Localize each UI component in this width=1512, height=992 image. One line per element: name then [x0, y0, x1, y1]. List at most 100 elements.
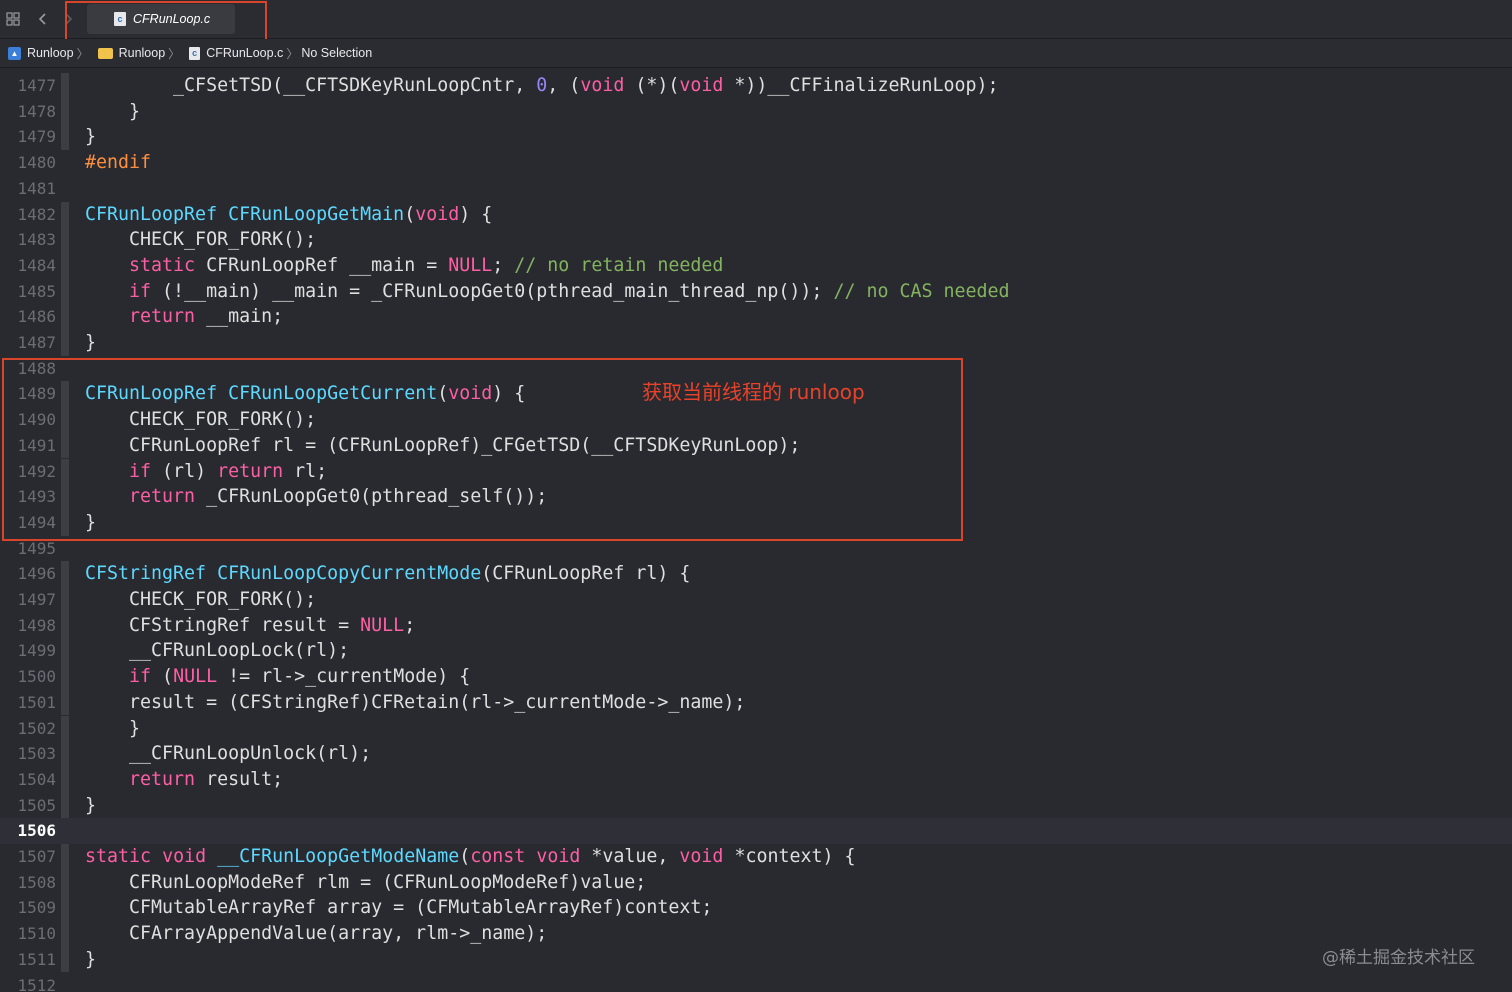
code-line[interactable]: 1502 }	[0, 715, 1512, 742]
code-line[interactable]: 1505}	[0, 792, 1512, 819]
code-line[interactable]: 1503 __CFRunLoopUnlock(rl);	[0, 741, 1512, 767]
code-line[interactable]: 1478 }	[0, 98, 1512, 125]
code-line[interactable]: 1499 __CFRunLoopLock(rl);	[0, 638, 1512, 665]
code-line[interactable]: 1506	[0, 818, 1512, 844]
fold-ribbon[interactable]	[61, 741, 69, 767]
code-text: static void __CFRunLoopGetModeName(const…	[85, 846, 856, 867]
code-text: CHECK_FOR_FORK();	[85, 589, 317, 610]
line-number: 1487	[17, 333, 56, 352]
fold-ribbon[interactable]	[61, 689, 69, 716]
line-number: 1483	[17, 230, 56, 250]
fold-ribbon[interactable]	[61, 664, 69, 690]
fold-ribbon[interactable]	[61, 98, 69, 125]
code-line[interactable]: 1498 CFStringRef result = NULL;	[0, 612, 1512, 639]
code-text: if (!__main) __main = _CFRunLoopGet0(pth…	[129, 280, 1010, 302]
fold-ribbon[interactable]	[61, 844, 69, 870]
code-line[interactable]: 1487}	[0, 330, 1512, 356]
line-number: 1477	[17, 76, 56, 95]
chevron-right-icon: 〉	[168, 46, 181, 61]
line-number: 1504	[17, 769, 56, 789]
code-text: CFStringRef result = NULL;	[85, 614, 416, 636]
code-line[interactable]: 1500 if (NULL != rl->_currentMode) {	[0, 664, 1512, 690]
code-line[interactable]: 1484 static CFRunLoopRef __main = NULL; …	[0, 252, 1512, 279]
fold-ribbon[interactable]	[61, 124, 69, 151]
code-line[interactable]: 1511}	[0, 946, 1512, 973]
code-line[interactable]: 1504 return result;	[0, 766, 1512, 793]
fold-ribbon[interactable]	[61, 946, 69, 973]
line-number: 1510	[17, 924, 56, 944]
watermark: @稀土掘金技术社区	[1322, 948, 1475, 968]
code-text: }	[85, 100, 141, 122]
code-text: CFRunLoopRef CFRunLoopGetMain(void) {	[85, 203, 493, 225]
line-number: 1486	[17, 307, 56, 327]
fold-ribbon[interactable]	[61, 227, 69, 253]
line-number: 1498	[17, 615, 56, 635]
breadcrumb-project-label: Runloop	[27, 46, 74, 60]
code-line[interactable]: 1497 CHECK_FOR_FORK();	[0, 587, 1512, 613]
line-number: 1502	[17, 718, 56, 738]
fold-ribbon[interactable]	[61, 612, 69, 639]
fold-ribbon[interactable]	[61, 587, 69, 613]
breadcrumb-file[interactable]: c CFRunLoop.c	[183, 46, 283, 60]
breadcrumb-selection-label: No Selection	[301, 46, 373, 60]
code-text: return result;	[129, 768, 284, 790]
fold-ribbon[interactable]	[61, 921, 69, 947]
code-line[interactable]: 1482 CFRunLoopRef CFRunLoopGetMain(void) …	[0, 201, 1512, 228]
line-number: 1480	[17, 153, 56, 173]
fold-ribbon[interactable]	[61, 252, 69, 279]
code-line[interactable]: 1477 _CFSetTSD(__CFTSDKeyRunLoopCntr, 0,…	[0, 73, 1512, 99]
code-line[interactable]: 1496 CFStringRef CFRunLoopCopyCurrentMode…	[0, 561, 1512, 587]
breadcrumb-selection[interactable]: No Selection	[301, 46, 372, 60]
line-number: 1485	[17, 281, 56, 301]
code-text: CHECK_FOR_FORK();	[85, 229, 317, 251]
code-text: CFMutableArrayRef array = (CFMutableArra…	[85, 897, 713, 919]
line-number: 1478	[17, 101, 56, 121]
code-line[interactable]: 1483 CHECK_FOR_FORK();	[0, 227, 1512, 253]
code-line[interactable]: 1480 #endif	[0, 150, 1512, 176]
c-file-icon: c	[189, 46, 201, 60]
fold-ribbon[interactable]	[61, 561, 69, 587]
code-line[interactable]: 1509 CFMutableArrayRef array = (CFMutabl…	[0, 895, 1512, 922]
code-line[interactable]: 1479}	[0, 124, 1512, 151]
code-text: result = (CFStringRef)CFRetain(rl->_curr…	[85, 691, 746, 713]
fold-ribbon[interactable]	[61, 638, 69, 665]
grid-icon[interactable]	[3, 9, 23, 29]
code-text: __CFRunLoopLock(rl);	[85, 640, 350, 662]
fold-ribbon[interactable]	[61, 895, 69, 922]
grid-icon-shape	[6, 12, 20, 26]
code-text: }	[85, 794, 97, 816]
code-text: }	[85, 948, 97, 970]
tab-bar: c CFRunLoop.c	[0, 0, 1512, 41]
breadcrumb-project[interactable]: ▲ Runloop	[0, 46, 74, 60]
code-line[interactable]: 1510 CFArrayAppendValue(array, rlm->_nam…	[0, 921, 1512, 947]
fold-ribbon[interactable]	[61, 201, 69, 228]
line-number: 1496	[17, 564, 56, 584]
breadcrumb-folder[interactable]: Runloop	[92, 46, 166, 60]
fold-ribbon[interactable]	[61, 73, 69, 99]
line-number: 1506	[17, 821, 56, 841]
line-number: 1482	[17, 204, 56, 224]
fold-ribbon[interactable]	[61, 869, 69, 896]
back-chevron-icon[interactable]	[33, 9, 53, 29]
annotation-text: 获取当前线程的 runloop	[642, 380, 865, 404]
fold-ribbon[interactable]	[61, 715, 69, 742]
code-line[interactable]: 1512	[0, 973, 1512, 992]
fold-ribbon[interactable]	[61, 330, 69, 356]
code-text: }	[85, 717, 141, 739]
chevron-right-icon: 〉	[286, 46, 299, 61]
line-number: 1501	[17, 692, 56, 712]
code-line[interactable]: 1486 return __main;	[0, 304, 1512, 330]
fold-ribbon[interactable]	[61, 792, 69, 819]
code-line[interactable]: 1501 result = (CFStringRef)CFRetain(rl->…	[0, 689, 1512, 716]
line-number: 1507	[17, 847, 56, 866]
line-number: 1503	[17, 744, 56, 764]
fold-ribbon[interactable]	[61, 766, 69, 793]
breadcrumb-folder-label: Runloop	[118, 46, 166, 60]
fold-ribbon[interactable]	[61, 304, 69, 330]
code-line[interactable]: 1508 CFRunLoopModeRef rlm = (CFRunLoopMo…	[0, 869, 1512, 896]
fold-ribbon[interactable]	[61, 278, 69, 305]
code-line[interactable]: 1485 if (!__main) __main = _CFRunLoopGet…	[0, 278, 1512, 305]
line-number: 1505	[17, 795, 56, 815]
code-line[interactable]: 1507 static void __CFRunLoopGetModeName(c…	[0, 844, 1512, 870]
code-line[interactable]: 1481	[0, 176, 1512, 202]
